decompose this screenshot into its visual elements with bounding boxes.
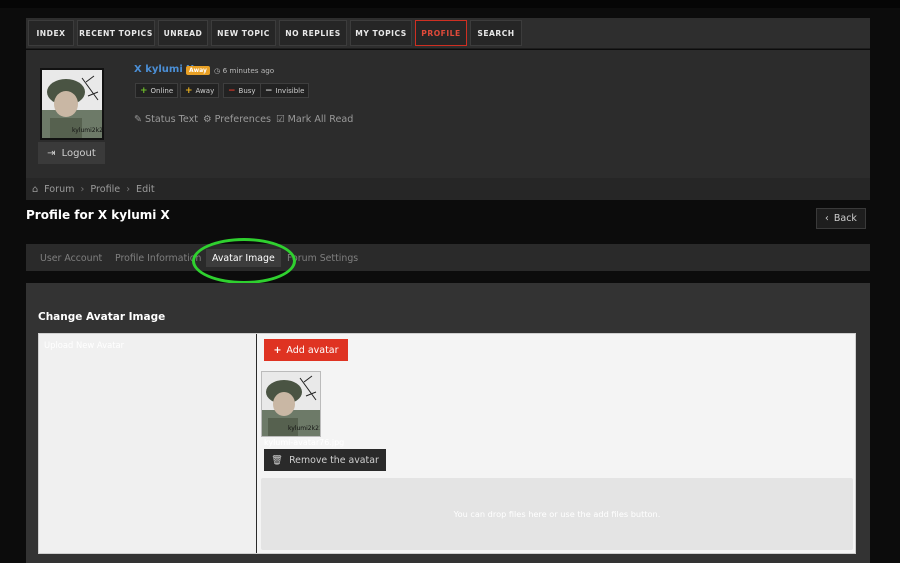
panel-title: Change Avatar Image xyxy=(38,311,166,323)
trash-icon: 🗑 xyxy=(271,454,284,466)
nav-no-replies[interactable]: NO REPLIES xyxy=(279,20,347,46)
avatar-signature: kylumi2k21 xyxy=(72,127,102,134)
thumbnail-signature: kylumi2k21 xyxy=(288,425,320,432)
file-dropzone[interactable]: You can drop files here or use the add f… xyxy=(261,478,853,550)
form-label-column: Upload New Avatar xyxy=(39,334,257,553)
status-text-link[interactable]: ✎ Status Text xyxy=(134,114,198,125)
breadcrumb-separator: › xyxy=(80,183,85,195)
plus-icon: + xyxy=(185,85,193,96)
avatar-form: Upload New Avatar + Add avatar kylumi2k2… xyxy=(38,333,856,554)
plus-icon: + xyxy=(140,85,148,96)
dropzone-text: You can drop files here or use the add f… xyxy=(453,509,661,519)
add-avatar-label: Add avatar xyxy=(286,344,339,356)
nav-profile[interactable]: PROFILE xyxy=(415,20,467,46)
clock-icon: ◷ xyxy=(214,66,221,75)
status-badge: Away xyxy=(186,66,210,75)
avatar-image: kylumi2k21 xyxy=(42,70,102,138)
status-text-label: Status Text xyxy=(145,114,199,125)
breadcrumb-forum[interactable]: Forum xyxy=(44,184,74,195)
nav-recent-topics[interactable]: RECENT TOPICS xyxy=(77,20,155,46)
add-avatar-button[interactable]: + Add avatar xyxy=(264,339,348,361)
nav-my-topics[interactable]: MY TOPICS xyxy=(350,20,412,46)
tab-user-account[interactable]: User Account xyxy=(40,249,102,267)
remove-avatar-label: Remove the avatar xyxy=(289,454,379,466)
top-edge xyxy=(0,0,900,8)
nav-search[interactable]: SEARCH xyxy=(470,20,522,46)
plus-icon: + xyxy=(273,344,282,356)
checkbox-icon: ☑ xyxy=(276,114,285,125)
avatar-filename: kylumi-avatar76.jpg xyxy=(264,438,345,447)
tab-profile-information[interactable]: Profile Information xyxy=(115,249,201,267)
back-label: Back xyxy=(833,213,857,224)
logout-icon: ⇥ xyxy=(47,147,56,159)
status-away-label: Away xyxy=(195,86,215,95)
breadcrumb-profile[interactable]: Profile xyxy=(90,184,120,195)
preferences-link[interactable]: ⚙ Preferences xyxy=(203,114,271,125)
status-invisible-label: Invisible xyxy=(275,86,305,95)
status-invisible-button[interactable]: − Invisible xyxy=(260,83,310,98)
thumbnail-image: kylumi2k21 xyxy=(262,372,320,436)
nav-index[interactable]: INDEX xyxy=(28,20,74,46)
minus-icon: − xyxy=(228,85,236,96)
chevron-left-icon: ‹ xyxy=(825,213,829,224)
logout-button[interactable]: ⇥ Logout xyxy=(38,142,105,164)
avatar[interactable]: kylumi2k21 xyxy=(40,68,104,140)
status-online-button[interactable]: + Online xyxy=(135,83,179,98)
nav-new-topic[interactable]: NEW TOPIC xyxy=(211,20,276,46)
highlight-annotation xyxy=(192,238,296,284)
status-online-label: Online xyxy=(150,86,174,95)
avatar-thumbnail[interactable]: kylumi2k21 xyxy=(261,371,321,437)
page: INDEX RECENT TOPICS UNREAD NEW TOPIC NO … xyxy=(0,0,900,563)
logout-label: Logout xyxy=(61,147,96,159)
remove-avatar-button[interactable]: 🗑 Remove the avatar xyxy=(264,449,386,471)
page-title: Profile for X kylumi X xyxy=(26,208,170,222)
forum-container: INDEX RECENT TOPICS UNREAD NEW TOPIC NO … xyxy=(26,18,870,563)
status-busy-label: Busy xyxy=(238,86,256,95)
profile-header: kylumi2k21 ⇥ Logout X kylumi X Away ◷ 6 … xyxy=(26,50,870,194)
top-navbar: INDEX RECENT TOPICS UNREAD NEW TOPIC NO … xyxy=(26,18,870,49)
breadcrumb: ⌂ Forum › Profile › Edit xyxy=(26,178,870,200)
nav-unread[interactable]: UNREAD xyxy=(158,20,208,46)
last-seen-text: 6 minutes ago xyxy=(222,66,275,75)
profile-tabs: User Account Profile Information Avatar … xyxy=(26,244,870,271)
mark-all-read-label: Mark All Read xyxy=(287,114,354,125)
mark-all-read-link[interactable]: ☑ Mark All Read xyxy=(276,114,353,125)
avatar-panel: Change Avatar Image Upload New Avatar + … xyxy=(26,283,870,563)
back-button[interactable]: ‹ Back xyxy=(816,208,866,229)
tab-forum-settings[interactable]: Forum Settings xyxy=(287,249,358,267)
gear-icon: ⚙ xyxy=(203,114,212,125)
status-busy-button[interactable]: − Busy xyxy=(223,83,261,98)
breadcrumb-separator: › xyxy=(126,183,131,195)
pencil-icon: ✎ xyxy=(134,114,143,125)
username[interactable]: X kylumi X xyxy=(134,64,194,75)
home-icon: ⌂ xyxy=(32,183,39,195)
status-away-button[interactable]: + Away xyxy=(180,83,220,98)
upload-label: Upload New Avatar xyxy=(44,340,125,350)
preferences-label: Preferences xyxy=(214,114,272,125)
last-seen: ◷ 6 minutes ago xyxy=(214,66,274,75)
minus-icon: − xyxy=(265,85,273,96)
breadcrumb-edit: Edit xyxy=(136,183,155,195)
